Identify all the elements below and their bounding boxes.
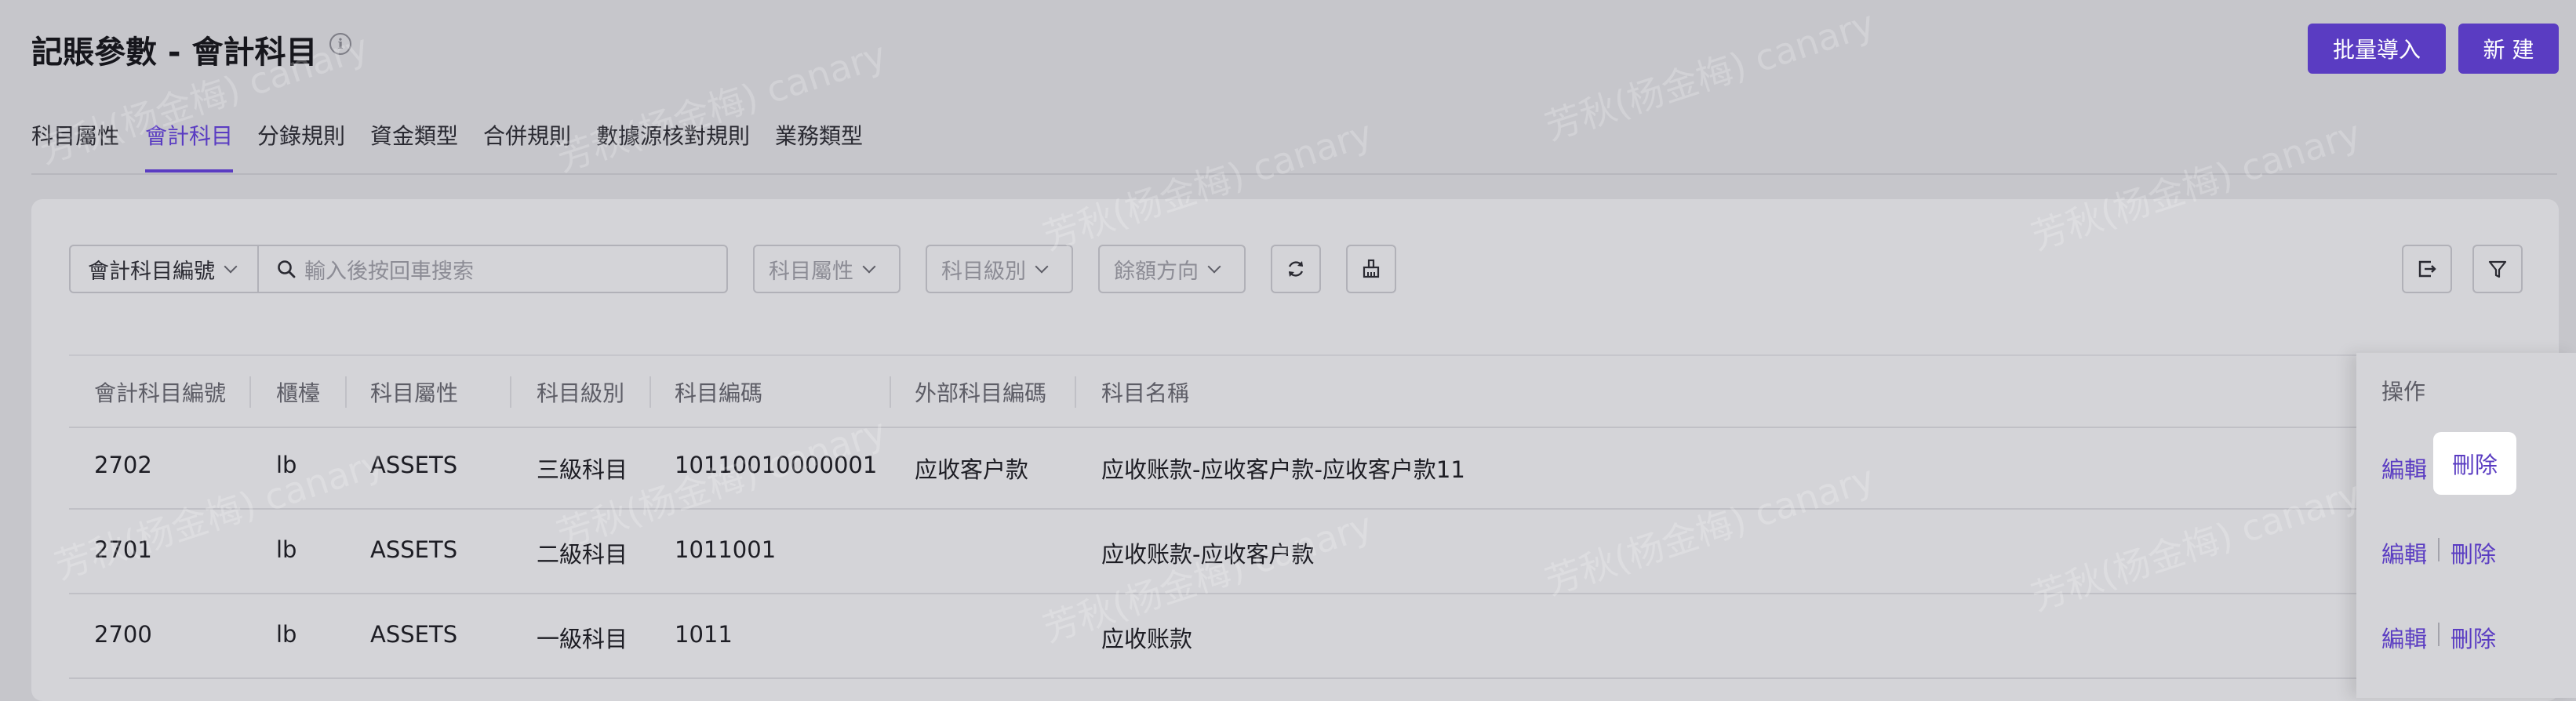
edit-button[interactable]: 編輯 xyxy=(2381,621,2427,654)
cell-level: 一級科目 xyxy=(537,626,628,652)
chevron-down-icon xyxy=(862,260,876,274)
cell-attribute: ASSETS xyxy=(370,621,458,648)
cell-name: 应收账款-应收客户款 xyxy=(1101,541,1315,568)
cell-id: 2700 xyxy=(94,621,152,648)
column-header-external-code: 外部科目編碼 xyxy=(915,380,1047,406)
tab-fund-types[interactable]: 資金類型 xyxy=(370,119,458,151)
filter-attribute-label: 科目屬性 xyxy=(769,259,853,284)
table-header: 會計科目編號 櫃檯 科目屬性 科目級別 科目編碼 外部科目編碼 科目名稱 xyxy=(69,354,2520,428)
cell-external-code: 应收客户款 xyxy=(915,456,1029,483)
cell-counter: lb xyxy=(276,536,297,563)
cell-level: 三級科目 xyxy=(537,456,628,483)
table-row: 2700 lb ASSETS 一級科目 1011 应收账款 xyxy=(69,594,2520,679)
filter-icon xyxy=(2488,260,2507,278)
filter-balance-direction-select[interactable]: 餘額方向 xyxy=(1098,245,1246,293)
chevron-down-icon xyxy=(1207,260,1221,274)
column-header-code: 科目編碼 xyxy=(675,380,763,406)
cell-code: 1011 xyxy=(675,621,733,648)
search-placeholder: 輸入後按回車搜索 xyxy=(304,259,474,284)
column-header-name: 科目名稱 xyxy=(1101,380,1190,406)
tab-merge-rules[interactable]: 合併規則 xyxy=(483,119,571,151)
cell-code: 1011001 xyxy=(675,536,777,563)
edit-button[interactable]: 編輯 xyxy=(2381,452,2427,485)
column-separator xyxy=(649,376,651,408)
page-title: 記賬參數 - 會計科目 xyxy=(31,35,318,71)
broom-icon xyxy=(1363,259,1380,278)
export-icon xyxy=(2418,260,2436,278)
column-header-actions: 操作 xyxy=(2381,379,2426,405)
delete-button[interactable]: 刪除 xyxy=(2433,432,2516,495)
tab-subject-attribute[interactable]: 科目屬性 xyxy=(31,119,119,151)
tab-datasource-check-rules[interactable]: 數據源核對規則 xyxy=(596,119,750,151)
export-button[interactable] xyxy=(2402,245,2452,293)
cell-code: 10110010000001 xyxy=(675,452,878,478)
refresh-icon xyxy=(1288,261,1304,277)
search-field-select-label: 會計科目編號 xyxy=(88,259,215,284)
operations-column: 操作 編輯 編輯 刪除 編輯 刪除 xyxy=(2356,353,2576,698)
cell-counter: lb xyxy=(276,452,297,478)
tab-entry-rules[interactable]: 分錄規則 xyxy=(257,119,345,151)
filter-attribute-select[interactable]: 科目屬性 xyxy=(753,245,901,293)
column-separator xyxy=(510,376,511,408)
cell-attribute: ASSETS xyxy=(370,452,458,478)
batch-import-button[interactable]: 批量導入 xyxy=(2308,24,2446,74)
cell-level: 二級科目 xyxy=(537,541,628,568)
cell-counter: lb xyxy=(276,621,297,648)
cell-name: 应收账款 xyxy=(1101,626,1193,652)
cell-attribute: ASSETS xyxy=(370,536,458,563)
cell-name: 应收账款-应收客户款-应收客户款11 xyxy=(1101,456,1465,483)
column-header-counter: 櫃檯 xyxy=(276,380,321,406)
watermark: 芳秋(杨金梅) canary xyxy=(551,33,892,180)
action-separator xyxy=(2438,538,2440,561)
action-separator xyxy=(2438,623,2440,646)
refresh-button[interactable] xyxy=(1271,245,1321,293)
tab-accounting-subjects[interactable]: 會計科目 xyxy=(145,119,233,151)
delete-button[interactable]: 刪除 xyxy=(2450,621,2496,654)
filter-level-label: 科目級別 xyxy=(941,259,1026,284)
info-circle-icon[interactable]: i xyxy=(329,33,351,55)
column-header-level: 科目級別 xyxy=(537,380,625,406)
clear-filters-button[interactable] xyxy=(1346,245,1396,293)
watermark: 芳秋(杨金梅) canary xyxy=(1540,2,1880,149)
delete-button[interactable]: 刪除 xyxy=(2450,536,2496,569)
column-separator xyxy=(345,376,347,408)
column-separator xyxy=(890,376,891,408)
edit-button[interactable]: 編輯 xyxy=(2381,536,2427,569)
search-input[interactable]: 輸入後按回車搜索 xyxy=(257,245,728,293)
divider xyxy=(31,173,2557,175)
column-header-id: 會計科目編號 xyxy=(94,380,227,406)
table-row: 2702 lb ASSETS 三級科目 10110010000001 应收客户款… xyxy=(69,425,2520,510)
search-field-select[interactable]: 會計科目編號 xyxy=(69,245,259,293)
search-icon xyxy=(278,260,296,278)
chevron-down-icon xyxy=(224,260,238,274)
tab-business-types[interactable]: 業務類型 xyxy=(775,119,863,151)
table-row: 2701 lb ASSETS 二級科目 1011001 应收账款-应收客户款 xyxy=(69,510,2520,594)
chevron-down-icon xyxy=(1035,260,1049,274)
cell-id: 2702 xyxy=(94,452,152,478)
create-new-button[interactable]: 新 建 xyxy=(2458,24,2559,74)
filter-level-select[interactable]: 科目級別 xyxy=(926,245,1073,293)
filter-button[interactable] xyxy=(2472,245,2523,293)
cell-id: 2701 xyxy=(94,536,152,563)
column-separator xyxy=(1075,376,1076,408)
active-tab-indicator xyxy=(145,169,233,173)
column-separator xyxy=(249,376,251,408)
column-header-attribute: 科目屬性 xyxy=(370,380,459,406)
filter-balance-direction-label: 餘額方向 xyxy=(1114,259,1199,284)
